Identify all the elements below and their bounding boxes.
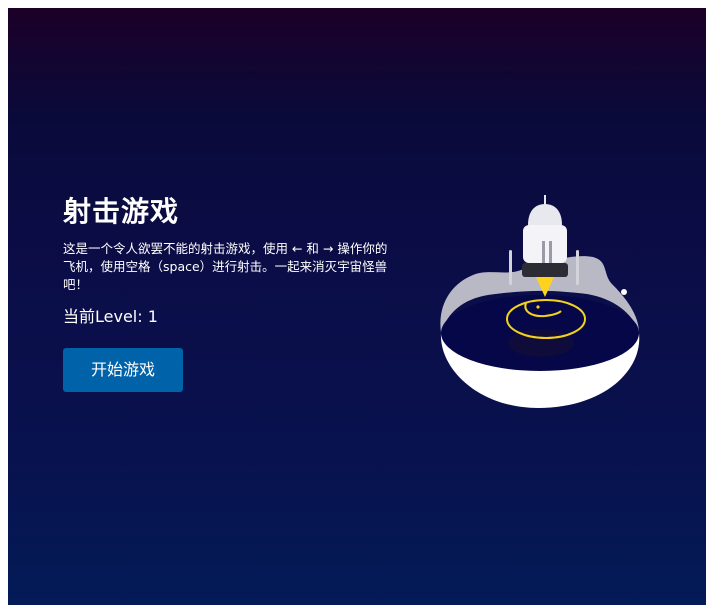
game-description: 这是一个令人欲罢不能的射击游戏，使用 ← 和 → 操作你的飞机，使用空格（spa…	[63, 241, 388, 292]
start-game-button[interactable]: 开始游戏	[63, 348, 183, 392]
intro-panel: 射击游戏 这是一个令人欲罢不能的射击游戏，使用 ← 和 → 操作你的飞机，使用空…	[63, 194, 403, 392]
level-indicator: 当前Level: 1	[63, 307, 158, 326]
left-pole	[509, 250, 512, 285]
rocket-engine	[522, 263, 568, 277]
rocket-dome	[528, 204, 562, 225]
rocket-launch-icon	[440, 195, 640, 408]
game-title: 射击游戏	[63, 195, 180, 228]
game-screen: 射击游戏 这是一个令人欲罢不能的射击游戏，使用 ← 和 → 操作你的飞机，使用空…	[8, 8, 706, 605]
rocket-antenna	[544, 195, 546, 205]
right-pole	[576, 250, 579, 285]
star-dot	[621, 289, 627, 295]
target-dot	[536, 305, 540, 309]
